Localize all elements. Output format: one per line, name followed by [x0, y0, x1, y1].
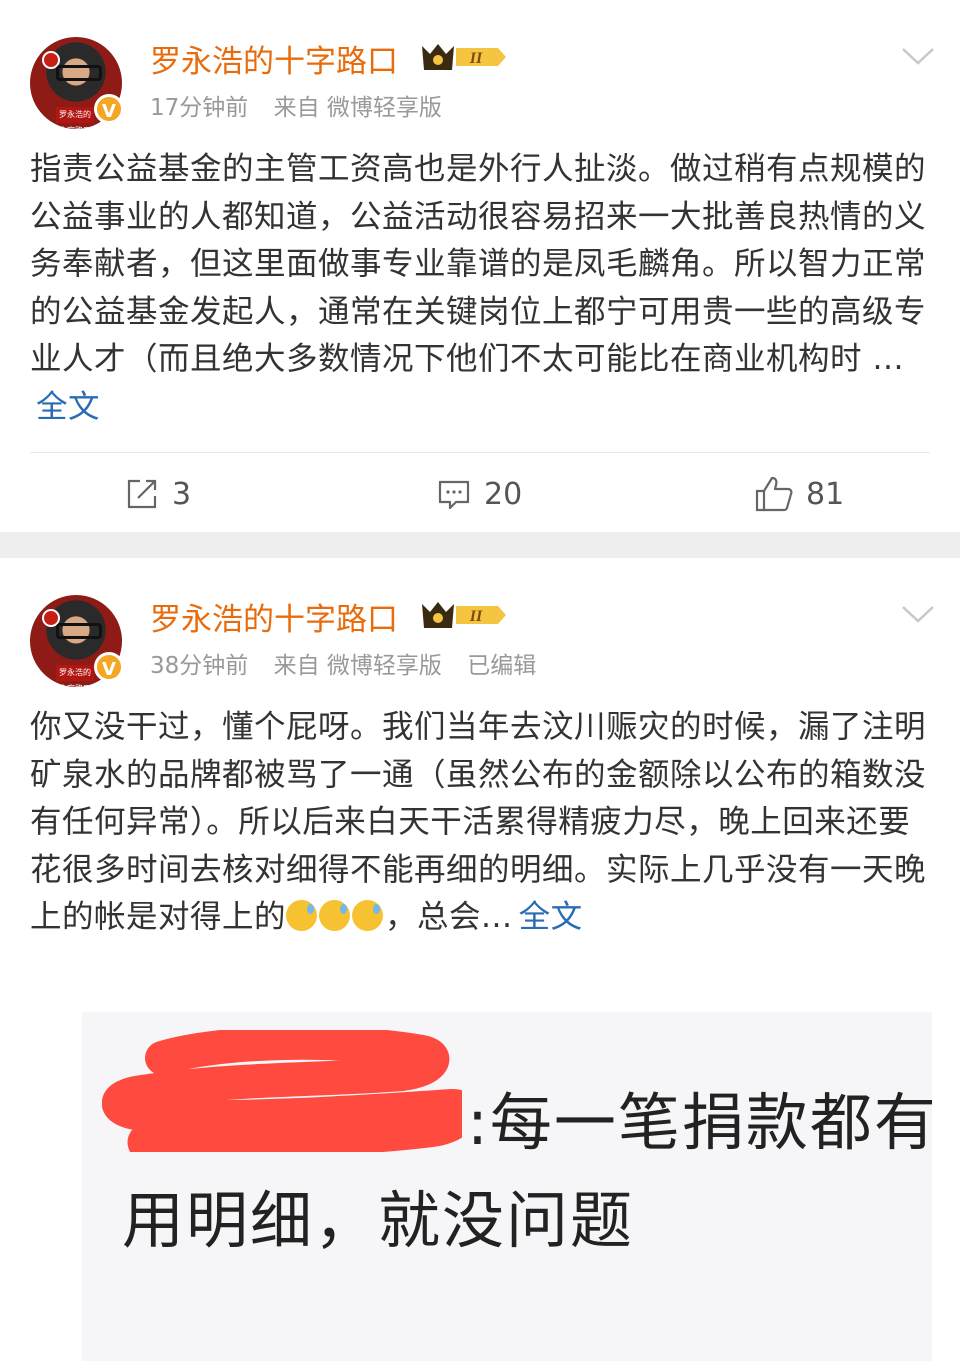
username[interactable]: 罗永浩的十字路口	[150, 594, 398, 639]
chevron-down-icon[interactable]	[900, 602, 936, 626]
post-body: 指责公益基金的主管工资高也是外行人扯淡。做过稍有点规模的公益事业的人都知道，公益…	[30, 151, 927, 377]
post-time: 38分钟前	[150, 653, 249, 679]
repost-icon	[127, 479, 157, 509]
image-text-line-2: 用明细，就没问题	[122, 1184, 635, 1257]
read-more-link[interactable]: 全文	[519, 899, 583, 935]
vip-crown-icon[interactable]: II	[420, 598, 508, 632]
comment-button[interactable]: 20	[436, 470, 522, 518]
vip-level: II	[469, 608, 483, 625]
verified-v-icon: V	[94, 652, 124, 682]
post-body-tail: ，总会...	[385, 899, 513, 935]
red-redaction-scribble	[102, 1030, 462, 1152]
comment-icon	[438, 480, 470, 510]
like-count: 81	[806, 476, 845, 512]
repost-count: 3	[172, 476, 192, 512]
verified-v-icon: V	[94, 94, 124, 124]
post-text: 指责公益基金的主管工资高也是外行人扯淡。做过稍有点规模的公益事业的人都知道，公益…	[30, 146, 930, 431]
post-text: 你又没干过，懂个屁呀。我们当年去汶川赈灾的时候，漏了注明矿泉水的品牌都被骂了一通…	[30, 704, 930, 942]
glasses-shape	[56, 623, 102, 639]
comment-count: 20	[484, 476, 523, 512]
avatar-caption: 罗永浩的十字路口	[56, 107, 94, 129]
action-divider	[30, 452, 930, 453]
chevron-down-icon[interactable]	[900, 44, 936, 68]
post-image[interactable]: :每一笔捐款都有 用明细，就没问题	[82, 1012, 932, 1361]
vip-level: II	[469, 50, 483, 67]
username[interactable]: 罗永浩的十字路口	[150, 36, 398, 81]
post-source[interactable]: 来自 微博轻享版	[274, 95, 442, 121]
sweat-smile-emoji	[352, 900, 384, 931]
read-more-link[interactable]: 全文	[36, 389, 100, 425]
post-source[interactable]: 来自 微博轻享版	[274, 653, 442, 679]
post-time: 17分钟前	[150, 95, 249, 121]
weibo-post-1: 罗永浩的十字路口 V 罗永浩的十字路口 II 17分钟前 来自 微博轻享版 指责…	[0, 0, 960, 532]
sweat-smile-emoji	[286, 900, 318, 931]
post-meta: 38分钟前 来自 微博轻享版 已编辑	[150, 646, 554, 680]
vip-crown-icon[interactable]: II	[420, 40, 508, 74]
avatar-caption: 罗永浩的十字路口	[56, 665, 94, 687]
thumbs-up-icon	[755, 476, 793, 512]
sweat-smile-emoji	[319, 900, 351, 931]
image-text-line-1: :每一笔捐款都有	[467, 1086, 932, 1159]
edited-label: 已编辑	[467, 653, 537, 679]
feed-divider	[0, 532, 960, 558]
glasses-shape	[56, 65, 102, 81]
post-meta: 17分钟前 来自 微博轻享版	[150, 88, 460, 122]
repost-button[interactable]: 3	[124, 470, 191, 518]
like-button[interactable]: 81	[754, 470, 844, 518]
